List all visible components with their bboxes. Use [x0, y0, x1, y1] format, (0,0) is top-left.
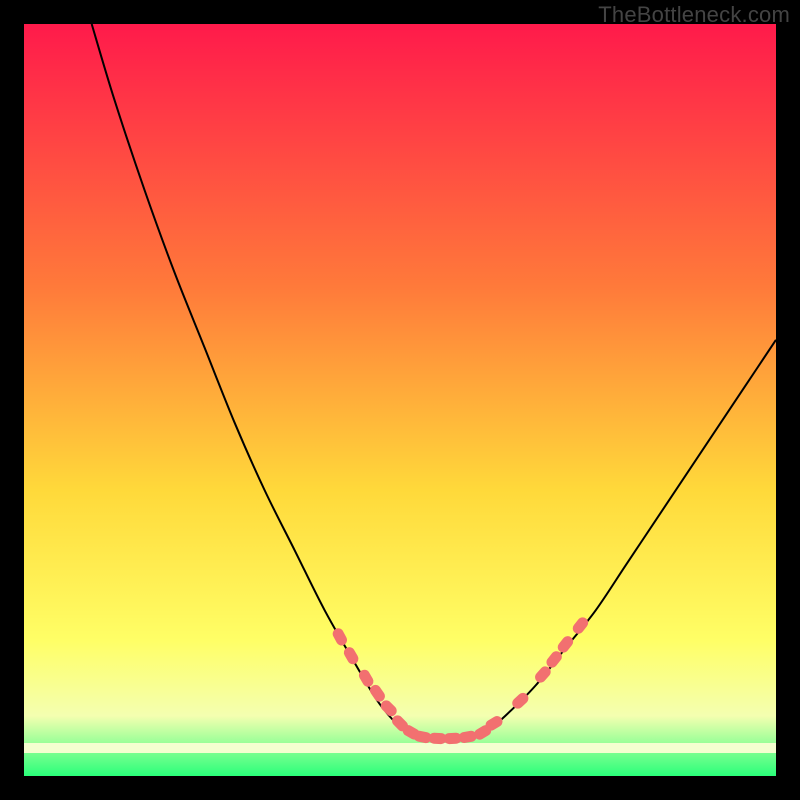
- highlight-band: [24, 743, 776, 753]
- watermark-text: TheBottleneck.com: [598, 2, 790, 28]
- chart-frame: [24, 24, 776, 776]
- gradient-background: [24, 24, 776, 776]
- bottleneck-chart: [24, 24, 776, 776]
